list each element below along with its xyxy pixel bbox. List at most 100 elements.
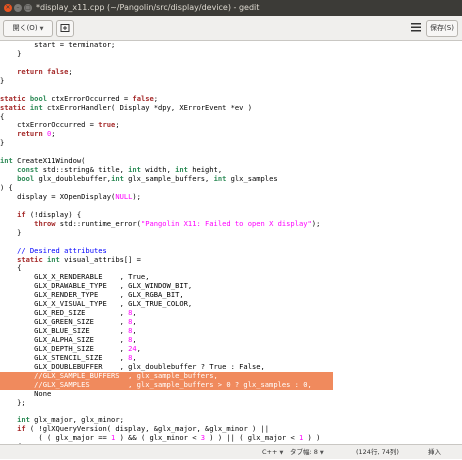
code-line[interactable]: GLX_BLUE_SIZE , 8, [0,327,462,336]
code-token: false [47,67,69,76]
code-line[interactable]: GLX_X_VISUAL_TYPE , GLX_TRUE_COLOR, [0,300,462,309]
code-line[interactable]: ( ( glx_major == 1 ) && ( glx_minor < 3 … [0,434,462,443]
code-token: int [128,166,141,175]
code-token: GLX_DRAWABLE_TYPE , GLX_WINDOW_BIT, [0,282,193,291]
code-line[interactable]: if (!display) { [0,211,462,220]
code-line[interactable]: const std::string& title, int width, int… [0,166,462,175]
code-line[interactable]: } [0,77,462,86]
hamburger-menu-button[interactable] [408,20,424,35]
code-token: } [0,139,5,148]
code-line[interactable] [0,202,462,211]
code-line[interactable]: GLX_ALPHA_SIZE , 8, [0,336,462,345]
code-line[interactable] [0,407,462,416]
code-line[interactable]: static int ctxErrorHandler( Display *dpy… [0,104,462,113]
code-line[interactable]: } [0,50,462,59]
code-line[interactable]: None [0,390,462,399]
code-line-selected[interactable]: //GLX_SAMPLES , glx_sample_buffers > 0 ?… [0,380,333,390]
code-token: ( !glXQueryVersion( display, &glx_major,… [25,425,270,434]
code-token: ; [68,67,73,76]
maximize-window-button[interactable]: □ [24,4,32,12]
code-line[interactable]: ctxErrorOccurred = true; [0,121,462,130]
code-token: return [17,130,43,139]
code-line[interactable]: GLX_X_RENDERABLE , True, [0,273,462,282]
code-token: , [132,309,137,318]
code-line[interactable]: } [0,139,462,148]
minimize-window-button[interactable]: – [14,4,22,12]
window-title: *display_x11.cpp (~/Pangolin/src/display… [36,3,260,12]
maximize-icon: □ [25,4,31,11]
code-token: GLX_X_RENDERABLE , True, [0,273,150,282]
code-line[interactable]: } [0,229,462,238]
code-token: ) ) [303,434,321,443]
code-text: start = terminator; } return false;} stat… [0,41,462,444]
code-token: ; [153,94,159,103]
code-line[interactable]: display = XOpenDisplay(NULL); [0,193,462,202]
code-line[interactable]: throw std::runtime_error("Pangolin X11: … [0,220,462,229]
code-token: ) ) || ( glx_major < [205,434,299,443]
code-line[interactable]: // Desired attributes [0,247,462,256]
code-line[interactable] [0,238,462,247]
code-line[interactable]: return 0; [0,130,462,139]
code-line[interactable]: ) { [0,184,462,193]
new-document-icon [60,24,70,32]
code-line[interactable]: bool glx_doublebuffer,int glx_sample_buf… [0,175,462,184]
code-line[interactable]: if ( !glXQueryVersion( display, &glx_maj… [0,425,462,434]
code-line-selected[interactable]: //GLX_SAMPLE_BUFFERS , glx_sample_buffer… [0,371,333,381]
code-token: GLX_RENDER_TYPE , GLX_RGBA_BIT, [0,291,184,300]
code-token: bool [29,94,47,103]
close-window-button[interactable]: ✕ [4,4,12,12]
code-token: GLX_DEPTH_SIZE , [0,344,129,353]
code-line[interactable]: GLX_RED_SIZE , 8, [0,309,462,318]
code-token: glx_sample_buffers, [123,175,214,184]
code-line[interactable]: GLX_STENCIL_SIZE , 8, [0,354,462,363]
code-token: ; [51,130,56,139]
new-document-button[interactable] [56,20,74,37]
code-editor[interactable]: start = terminator; } return false;} stat… [0,41,462,444]
code-line[interactable]: GLX_GREEN_SIZE , 8, [0,318,462,327]
toolbar: 開く(O) ▼ 保存(S) [0,16,462,41]
code-token: ; [115,121,120,130]
code-line[interactable]: start = terminator; [0,41,462,50]
code-token: int [111,175,124,184]
code-line[interactable]: }; [0,399,462,408]
code-line[interactable]: return false; [0,68,462,77]
code-token: height, [187,166,223,175]
open-button[interactable]: 開く(O) ▼ [3,20,53,37]
code-token: GLX_STENCIL_SIZE , [0,353,129,362]
code-token: { [0,264,22,273]
code-line[interactable]: static bool ctxErrorOccurred = false; [0,95,462,104]
code-token: } [0,76,5,85]
tab-width-label: タブ幅: 8 [290,448,318,456]
save-button[interactable]: 保存(S) [426,20,458,37]
code-line[interactable]: GLX_DRAWABLE_TYPE , GLX_WINDOW_BIT, [0,282,462,291]
cursor-position: (124行, 74列) [356,448,399,456]
code-token: } [0,49,22,58]
code-line[interactable]: { [0,113,462,122]
code-line[interactable]: GLX_DOUBLEBUFFER , glx_doublebuffer ? Tr… [0,363,462,372]
code-token: std::string& title, [38,166,129,175]
code-token: const [17,166,39,175]
code-token: ) && ( glx_minor < [115,434,201,443]
insert-mode-indicator: 挿入 [428,448,441,456]
code-token: , [132,353,137,362]
code-token: int [0,157,13,166]
open-button-label: 開く(O) [12,24,38,32]
code-token: } [0,228,22,237]
code-token: std::runtime_error( [55,219,141,228]
code-line[interactable]: { [0,264,462,273]
code-token: glx_major, glx_minor; [29,416,124,425]
code-line[interactable] [0,86,462,95]
code-line[interactable]: GLX_RENDER_TYPE , GLX_RGBA_BIT, [0,291,462,300]
code-line[interactable]: int CreateX11Window( [0,157,462,166]
code-token: 24 [128,344,137,353]
code-token: display = XOpenDisplay( [0,192,116,201]
code-line[interactable] [0,59,462,68]
code-line[interactable]: int glx_major, glx_minor; [0,416,462,425]
code-line[interactable]: GLX_DEPTH_SIZE , 24, [0,345,462,354]
code-token: ); [311,219,321,228]
code-line[interactable]: static int visual_attribs[] = [0,256,462,265]
code-line[interactable] [0,148,462,157]
